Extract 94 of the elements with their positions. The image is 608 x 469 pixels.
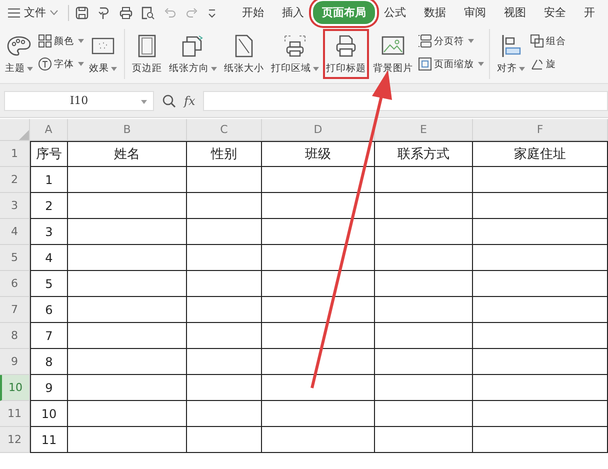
ribbon-tab[interactable]: 插入 [273,1,313,24]
ribbon-button[interactable]: 分页符 [417,33,485,49]
pages-rotate-icon [181,34,205,58]
table-cell: 8 [30,349,68,375]
dotted-frame-icon [91,36,115,56]
ribbon-button[interactable]: 主题 [2,29,36,79]
align-icon [500,34,522,58]
ribbon-tab[interactable]: 安全 [535,1,575,24]
table-cell: 11 [30,427,68,453]
column-header[interactable]: C [187,119,262,141]
printer-icon [335,34,357,58]
menu-icon [8,8,20,18]
table-cell: 序号 [30,141,68,167]
caret-icon [478,62,484,66]
table-cell: 联系方式 [375,141,473,167]
font-circle-icon [38,57,52,71]
row-header[interactable]: 10 [0,375,30,401]
function-label[interactable]: fx [184,94,196,108]
ribbon-button[interactable]: 组合 [529,33,567,49]
row-header[interactable]: 12 [0,427,30,453]
ribbon-button[interactable]: 纸张方向 [166,29,220,79]
ribbon-button[interactable]: 字体 [37,56,85,72]
page-zoom-icon [418,57,432,71]
print-area-icon [283,34,307,58]
name-box[interactable]: I10 [4,90,154,110]
palette-icon [6,35,32,57]
table-cell: 家庭住址 [473,141,608,167]
printer-icon[interactable] [119,6,133,20]
table-cell: 姓名 [68,141,187,167]
table-cell: 9 [30,375,68,401]
ribbon-button[interactable]: 页面缩放 [417,56,485,72]
caret-icon [519,67,525,71]
group-icon [530,34,544,48]
page-size-icon [234,34,254,58]
ribbon-tab[interactable]: 开 [575,1,604,24]
ribbon-button[interactable]: 纸张大小 [221,29,267,79]
grid-squares-icon [38,34,52,48]
file-menu[interactable]: 文件 [8,5,62,20]
ribbon-tab[interactable]: 公式 [375,1,415,24]
row-header[interactable]: 8 [0,323,30,349]
caret-icon [111,67,117,71]
chevron-icon [50,10,58,15]
row-header[interactable]: 11 [0,401,30,427]
page-break-icon [418,34,432,48]
column-header[interactable]: F [473,119,608,141]
table-cell: 10 [30,401,68,427]
image-icon [381,35,405,57]
caret-icon [313,67,319,71]
caret-icon [78,62,84,66]
table-cell: 5 [30,271,68,297]
row-header[interactable]: 4 [0,219,30,245]
ribbon-tab[interactable]: 视图 [495,1,535,24]
page-margin-icon [137,34,157,58]
formula-input[interactable] [203,90,608,110]
save-icon[interactable] [75,6,89,20]
caret-icon [78,39,84,43]
caret-icon [141,100,147,104]
ribbon-button[interactable]: 效果 [86,29,120,79]
ribbon-tab[interactable]: 开始 [233,1,273,24]
row-header[interactable]: 2 [0,167,30,193]
zoom-icon[interactable] [162,94,176,108]
ribbon-tab[interactable]: 审阅 [455,1,495,24]
ribbon-tab[interactable]: 数据 [415,1,455,24]
table-cell: 6 [30,297,68,323]
rotate-icon [530,57,544,71]
column-header[interactable]: E [375,119,473,141]
row-header[interactable]: 6 [0,271,30,297]
caret-icon [211,67,217,71]
column-header[interactable]: D [262,119,375,141]
table-cell: 3 [30,219,68,245]
table-cell: 7 [30,323,68,349]
export-icon[interactable] [97,6,111,20]
print-preview-icon[interactable] [141,6,155,20]
row-header[interactable]: 9 [0,349,30,375]
ribbon-button[interactable]: 打印区域 [268,29,322,79]
ribbon-button[interactable]: 对齐 [494,29,528,79]
ribbon-button[interactable]: 背景图片 [370,29,416,79]
column-header[interactable]: A [30,119,68,141]
ribbon-button[interactable]: 旋 [529,56,567,72]
table-cell: 4 [30,245,68,271]
table-cell: 1 [30,167,68,193]
table-cell: 班级 [262,141,375,167]
table-cell: 性别 [187,141,262,167]
row-header[interactable]: 1 [0,141,30,167]
ribbon-button[interactable]: 页边距 [129,29,165,79]
table-cell: 2 [30,193,68,219]
row-header[interactable]: 3 [0,193,30,219]
row-header[interactable]: 5 [0,245,30,271]
row-header[interactable]: 7 [0,297,30,323]
ribbon-button[interactable]: 颜色 [37,33,85,49]
caret-icon [27,67,33,71]
column-header[interactable]: B [68,119,187,141]
ribbon-button[interactable]: 打印标题 [323,29,369,79]
caret-icon [468,39,474,43]
